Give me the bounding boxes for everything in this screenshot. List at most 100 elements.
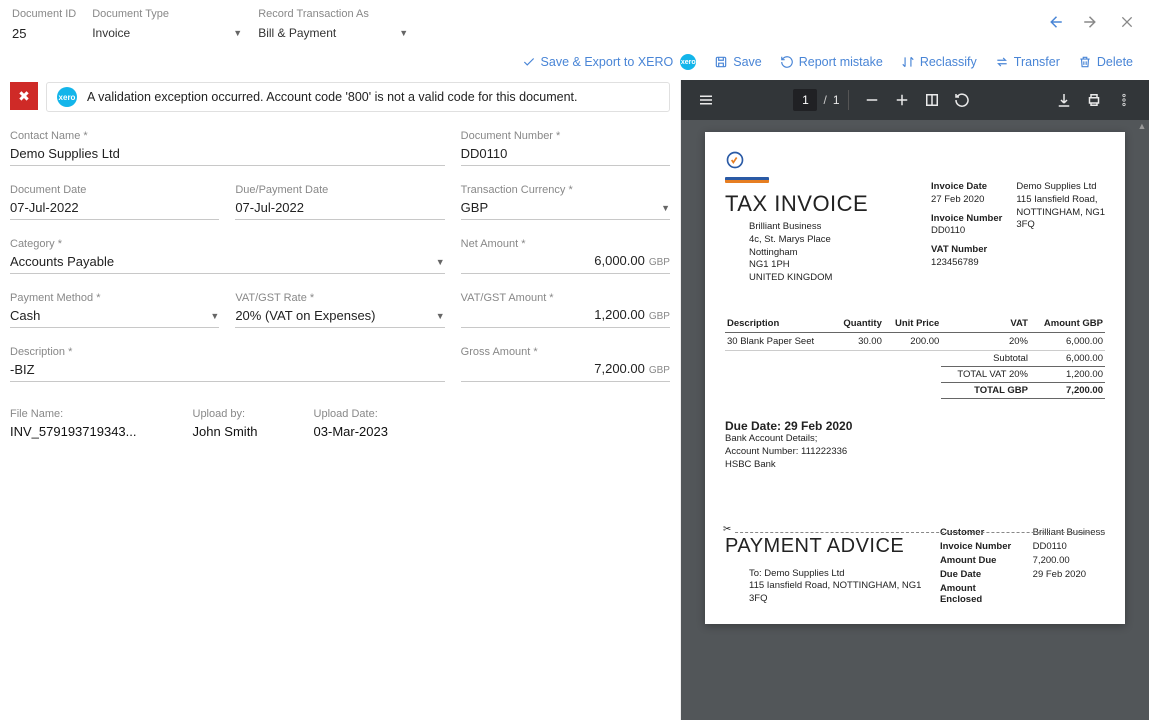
upload-date-block: Upload Date: 03-Mar-2023 xyxy=(314,408,388,439)
print-button[interactable] xyxy=(1079,85,1109,115)
category-label: Category * xyxy=(10,238,445,250)
transfer-label: Transfer xyxy=(1014,55,1060,69)
record-as-label: Record Transaction As xyxy=(258,8,408,20)
scroll-up-icon: ▲ xyxy=(1137,120,1147,132)
scrollbar[interactable]: ▲ xyxy=(1137,120,1147,720)
td-qty: 30.00 xyxy=(833,333,884,351)
doc-number-label: Document Number * xyxy=(461,130,670,142)
reclassify-button[interactable]: Reclassify xyxy=(901,55,977,69)
rotate-button[interactable] xyxy=(947,85,977,115)
zoom-in-button[interactable] xyxy=(887,85,917,115)
page-current[interactable]: 1 xyxy=(793,89,817,111)
due-date-text: Due Date: 29 Feb 2020 xyxy=(725,419,1105,433)
prev-button[interactable] xyxy=(1045,12,1065,32)
payment-method-field[interactable]: Payment Method * Cash▼ xyxy=(10,292,219,328)
doc-id-field[interactable]: Document ID 25 xyxy=(12,8,76,44)
invoice-table: Description Quantity Unit Price VAT Amou… xyxy=(725,315,1105,399)
page-total: 1 xyxy=(833,93,840,107)
save-export-button[interactable]: Save & Export to XERO xero xyxy=(522,54,697,70)
save-export-label: Save & Export to XERO xyxy=(541,55,674,69)
pdf-page: TAX INVOICE Brilliant Business 4c, St. M… xyxy=(705,132,1125,624)
caret-down-icon: ▼ xyxy=(436,257,445,267)
net-amount-field[interactable]: Net Amount * 6,000.00GBP xyxy=(461,238,670,274)
zoom-out-button[interactable] xyxy=(857,85,887,115)
vat-rate-value: 20% (VAT on Expenses) xyxy=(235,308,375,323)
save-button[interactable]: Save xyxy=(714,55,762,69)
subtotal-v: 6,000.00 xyxy=(1030,351,1105,367)
doc-type-field[interactable]: Document Type Invoice ▼ xyxy=(92,8,242,44)
doc-id-value: 25 xyxy=(12,24,76,44)
record-as-field[interactable]: Record Transaction As Bill & Payment ▼ xyxy=(258,8,408,44)
fit-button[interactable] xyxy=(917,85,947,115)
gross-amount-field[interactable]: Gross Amount * 7,200.00GBP xyxy=(461,346,670,382)
inv-no-k: Invoice Number xyxy=(931,213,1002,226)
category-field[interactable]: Category * Accounts Payable▼ xyxy=(10,238,445,274)
bill-to-2: Nottingham xyxy=(749,247,868,260)
caret-down-icon: ▼ xyxy=(210,311,219,321)
upload-date-value: 03-Mar-2023 xyxy=(314,424,388,439)
bank-2: HSBC Bank xyxy=(725,459,1105,472)
description-field[interactable]: Description * -BIZ xyxy=(10,346,445,382)
pa-duedate-v: 29 Feb 2020 xyxy=(1033,569,1105,581)
logo-icon xyxy=(725,150,745,170)
delete-label: Delete xyxy=(1097,55,1133,69)
inv-no-v: DD0110 xyxy=(931,225,1002,238)
transfer-button[interactable]: Transfer xyxy=(995,55,1060,69)
vat-amount-field[interactable]: VAT/GST Amount * 1,200.00GBP xyxy=(461,292,670,328)
supplier-0: Demo Supplies Ltd xyxy=(1016,181,1105,194)
delete-button[interactable]: Delete xyxy=(1078,55,1133,69)
doc-type-label: Document Type xyxy=(92,8,242,20)
check-icon xyxy=(522,55,536,69)
upload-by-value: John Smith xyxy=(193,424,258,439)
doc-number-value: DD0110 xyxy=(461,145,670,162)
vat-amount-label: VAT/GST Amount * xyxy=(461,292,670,304)
doc-date-label: Document Date xyxy=(10,184,219,196)
doc-id-label: Document ID xyxy=(12,8,76,20)
th-vat: VAT xyxy=(941,315,1030,333)
fit-icon xyxy=(923,91,941,109)
doc-type-value: Invoice xyxy=(92,26,130,40)
next-button[interactable] xyxy=(1081,12,1101,32)
file-name-value: INV_579193719343... xyxy=(10,424,137,439)
hamburger-icon xyxy=(697,91,715,109)
swap-icon xyxy=(901,55,915,69)
record-as-value: Bill & Payment xyxy=(258,26,336,40)
pdf-menu-button[interactable] xyxy=(691,85,721,115)
bill-to-3: NG1 1PH xyxy=(749,259,868,272)
td-vat: 20% xyxy=(941,333,1030,351)
download-button[interactable] xyxy=(1049,85,1079,115)
contact-name-label: Contact Name * xyxy=(10,130,445,142)
caret-down-icon: ▼ xyxy=(661,203,670,213)
report-button[interactable]: Report mistake xyxy=(780,55,883,69)
page-sep: / xyxy=(823,93,826,107)
rotate-icon xyxy=(953,91,971,109)
doc-date-value: 07-Jul-2022 xyxy=(10,199,219,216)
close-button[interactable] xyxy=(1117,12,1137,32)
vat-amount-curr: GBP xyxy=(649,311,670,322)
supplier-2: NOTTINGHAM, NG1 xyxy=(1016,207,1105,220)
pa-amtdue-k: Amount Due xyxy=(940,555,1019,567)
contact-name-field[interactable]: Contact Name * Demo Supplies Ltd xyxy=(10,130,445,166)
vat-no-v: 123456789 xyxy=(931,257,1002,270)
doc-number-field[interactable]: Document Number * DD0110 xyxy=(461,130,670,166)
vat-no-k: VAT Number xyxy=(931,244,1002,257)
total-k: TOTAL GBP xyxy=(941,383,1030,399)
subtotal-k: Subtotal xyxy=(941,351,1030,367)
bill-to-4: UNITED KINGDOM xyxy=(749,272,868,285)
pdf-viewport[interactable]: TAX INVOICE Brilliant Business 4c, St. M… xyxy=(681,120,1149,720)
pa-customer-v: Brilliant Business xyxy=(1033,527,1105,539)
bank-1: Account Number: 111222336 xyxy=(725,446,1105,459)
due-date-field[interactable]: Due/Payment Date 07-Jul-2022 xyxy=(235,184,444,220)
due-date-value: 07-Jul-2022 xyxy=(235,199,444,216)
more-button[interactable] xyxy=(1109,85,1139,115)
report-label: Report mistake xyxy=(799,55,883,69)
upload-by-block: Upload by: John Smith xyxy=(193,408,258,439)
doc-date-field[interactable]: Document Date 07-Jul-2022 xyxy=(10,184,219,220)
xero-icon: xero xyxy=(680,54,696,70)
payment-advice-title: PAYMENT ADVICE xyxy=(725,535,940,558)
pa-customer-k: Customer xyxy=(940,527,1019,539)
currency-field[interactable]: Transaction Currency * GBP▼ xyxy=(461,184,670,220)
vat-rate-field[interactable]: VAT/GST Rate * 20% (VAT on Expenses)▼ xyxy=(235,292,444,328)
file-name-label: File Name: xyxy=(10,408,137,420)
dismiss-alert-button[interactable]: ✖ xyxy=(10,82,38,110)
